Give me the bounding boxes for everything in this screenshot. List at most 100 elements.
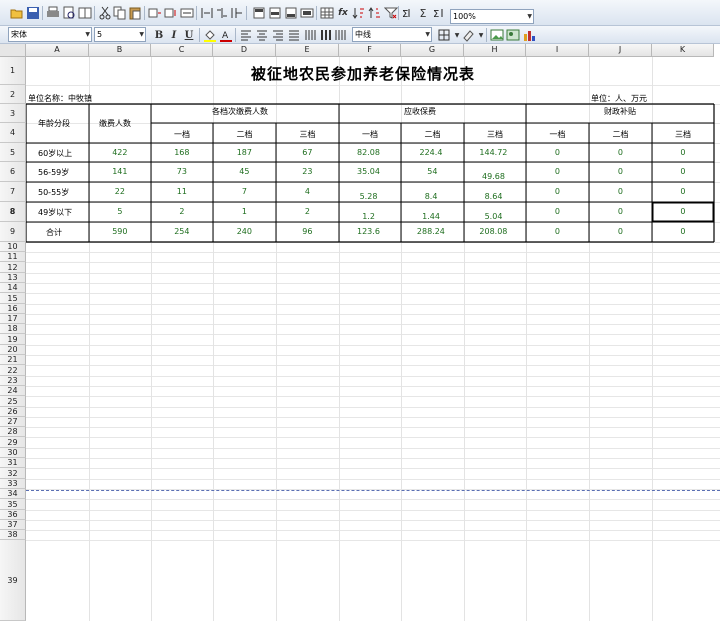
data-cell[interactable]: 0 [618, 167, 623, 176]
data-cell[interactable]: 0 [680, 167, 685, 176]
sort-asc-icon[interactable] [368, 6, 382, 20]
function-icon[interactable]: fx [336, 6, 350, 20]
book-icon[interactable] [78, 6, 92, 20]
row-header[interactable]: 26 [0, 407, 26, 417]
select-all-corner[interactable] [0, 44, 26, 57]
merge-cells-icon[interactable] [200, 6, 214, 20]
align-top-icon[interactable] [252, 6, 266, 20]
row-header[interactable]: 21 [0, 355, 26, 365]
zoom-select[interactable]: 100% ▼ [450, 9, 534, 24]
row-header[interactable]: 9 [0, 222, 26, 242]
data-cell[interactable]: 0 [680, 227, 685, 236]
row-header[interactable]: 11 [0, 252, 26, 262]
split-cells-icon[interactable] [215, 6, 229, 20]
data-cell[interactable]: 187 [237, 148, 252, 157]
font-size-select[interactable]: 5 ▼ [94, 27, 146, 42]
row-label[interactable]: 60岁以上 [38, 148, 72, 159]
delete-row-icon[interactable] [180, 6, 194, 20]
data-cell[interactable]: 11 [177, 187, 187, 196]
data-cell[interactable]: 590 [112, 227, 127, 236]
data-cell[interactable]: 1 [242, 207, 247, 216]
row-header[interactable]: 15 [0, 293, 26, 304]
distributed-icon[interactable] [303, 28, 317, 42]
row-header[interactable]: 17 [0, 314, 26, 324]
align-left-icon[interactable] [239, 28, 253, 42]
bold-icon[interactable]: B [152, 28, 166, 42]
function-sum-icon[interactable]: Σ [400, 6, 414, 20]
data-cell[interactable]: 8.64 [485, 192, 503, 201]
data-cell[interactable]: 144.72 [479, 148, 507, 157]
column-width-icon[interactable] [230, 6, 244, 20]
save-icon[interactable] [26, 6, 40, 20]
row-header[interactable]: 7 [0, 182, 26, 202]
row-header[interactable]: 37 [0, 520, 26, 530]
image-icon[interactable] [490, 28, 504, 42]
data-cell[interactable]: 208.08 [479, 227, 507, 236]
data-cell[interactable]: 2 [179, 207, 184, 216]
data-cell[interactable]: 0 [618, 227, 623, 236]
justify-icon[interactable] [287, 28, 301, 42]
row-label[interactable]: 50-55岁 [38, 187, 69, 198]
align-bottom-icon[interactable] [284, 6, 298, 20]
row-header[interactable]: 16 [0, 304, 26, 314]
row-header[interactable]: 5 [0, 143, 26, 162]
data-cell[interactable]: 224.4 [420, 148, 443, 157]
insert-column-icon[interactable] [164, 6, 178, 20]
picture-icon[interactable] [506, 28, 520, 42]
row-header[interactable]: 32 [0, 468, 26, 479]
fit-icon[interactable] [300, 6, 314, 20]
row-header[interactable]: 2 [0, 85, 26, 104]
italic-icon[interactable]: I [167, 28, 181, 42]
row-label[interactable]: 49岁以下 [38, 207, 72, 218]
data-cell[interactable]: 49.68 [482, 172, 505, 181]
data-cell[interactable]: 22 [115, 187, 125, 196]
data-cell[interactable]: 23 [302, 167, 312, 176]
data-cell[interactable]: 0 [555, 227, 560, 236]
data-cell[interactable]: 288.24 [417, 227, 445, 236]
row-header[interactable]: 29 [0, 437, 26, 448]
column-header[interactable]: I [526, 44, 589, 57]
row-header[interactable]: 38 [0, 530, 26, 540]
sum-icon[interactable]: Σ [416, 6, 430, 20]
filter-icon[interactable] [384, 6, 398, 20]
data-cell[interactable]: 67 [302, 148, 312, 157]
row-header[interactable]: 27 [0, 417, 26, 427]
row-label[interactable]: 56-59岁 [38, 167, 69, 178]
data-cell[interactable]: 96 [302, 227, 312, 236]
row-header[interactable]: 18 [0, 324, 26, 334]
row-header[interactable]: 39 [0, 540, 26, 621]
font-color-icon[interactable]: A [219, 28, 233, 42]
row-header[interactable]: 14 [0, 283, 26, 293]
borders-icon[interactable] [437, 28, 451, 42]
data-cell[interactable]: 5.28 [360, 192, 378, 201]
column-header[interactable]: B [89, 44, 151, 57]
row-header[interactable]: 12 [0, 262, 26, 273]
underline-icon[interactable]: U [182, 28, 196, 42]
data-cell[interactable]: 168 [174, 148, 189, 157]
row-header[interactable]: 36 [0, 510, 26, 520]
row-header[interactable]: 28 [0, 427, 26, 437]
font-name-select[interactable]: 宋体 ▼ [8, 27, 92, 42]
column-header[interactable]: K [652, 44, 714, 57]
column-header[interactable]: A [26, 44, 89, 57]
row-header[interactable]: 6 [0, 162, 26, 182]
data-cell[interactable]: 0 [618, 148, 623, 157]
print-preview-icon[interactable] [62, 6, 76, 20]
data-cell[interactable]: 0 [555, 207, 560, 216]
data-cell[interactable]: 45 [239, 167, 249, 176]
data-cell[interactable]: 82.08 [357, 148, 380, 157]
column-header[interactable]: D [213, 44, 276, 57]
row-header[interactable]: 35 [0, 499, 26, 510]
row-header[interactable]: 33 [0, 479, 26, 489]
data-cell[interactable]: 141 [112, 167, 127, 176]
row-header[interactable]: 30 [0, 448, 26, 458]
print-icon[interactable] [46, 6, 60, 20]
data-cell[interactable]: 4 [305, 187, 310, 196]
insert-row-icon[interactable] [148, 6, 162, 20]
row-header[interactable]: 34 [0, 489, 26, 499]
spreadsheet-grid[interactable]: 被征地农民参加养老保险情况表 单位名称：中牧镇 单位：人、万元 年龄分段 缴费人… [26, 57, 720, 621]
data-cell[interactable]: 1.2 [362, 212, 375, 221]
data-cell[interactable]: 123.6 [357, 227, 380, 236]
data-cell[interactable]: 0 [618, 207, 623, 216]
data-cell[interactable]: 8.4 [425, 192, 438, 201]
